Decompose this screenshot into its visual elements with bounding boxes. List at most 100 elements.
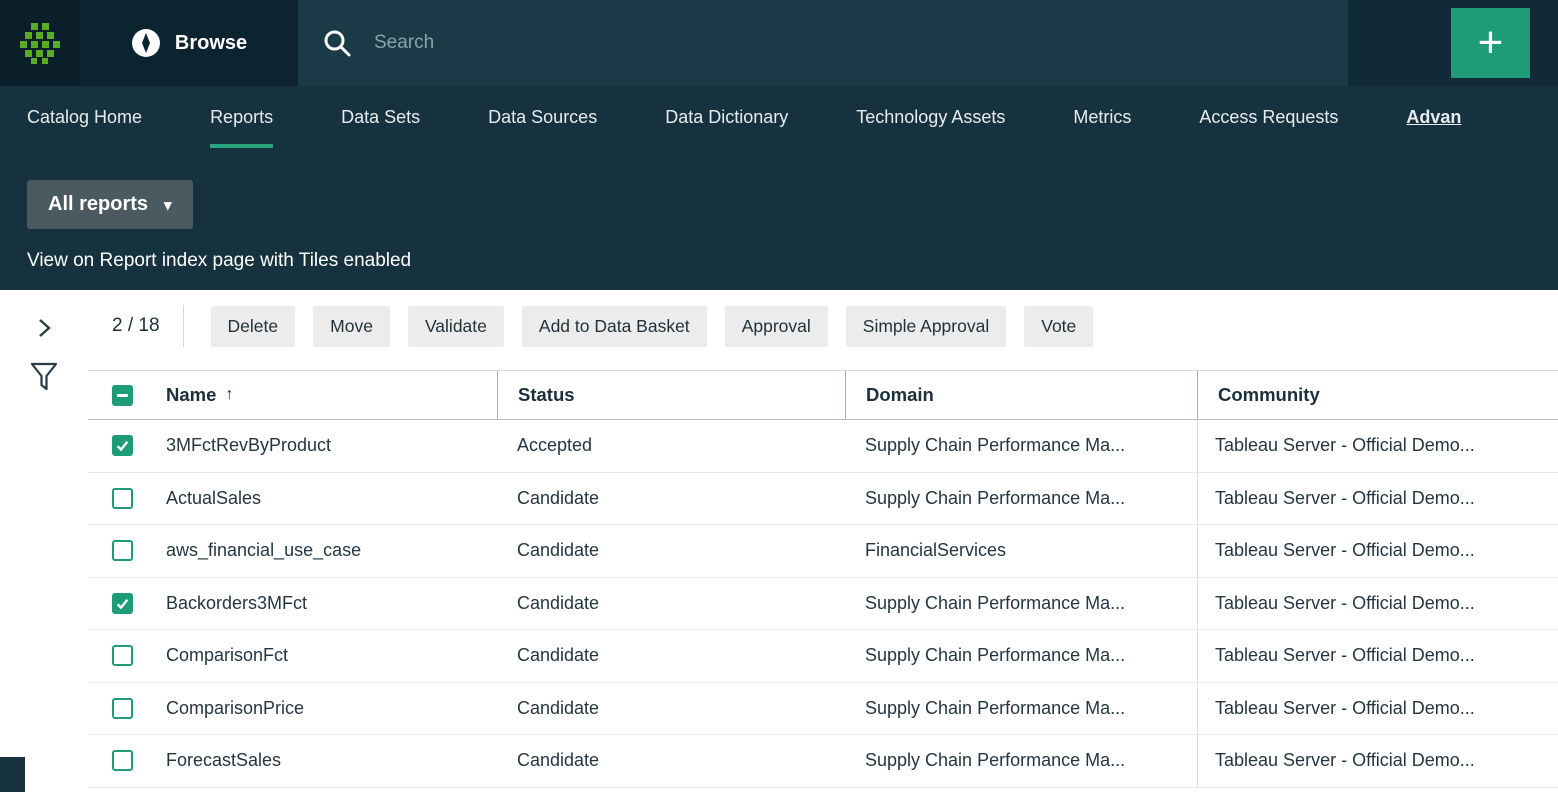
sort-ascending-icon: ↑ [225,386,233,404]
add-asset-button[interactable]: + [1451,8,1530,78]
select-all-checkbox[interactable] [112,385,133,406]
nav-tab-label: Data Dictionary [665,107,788,128]
add-to-data-basket-button[interactable]: Add to Data Basket [522,306,707,347]
row-checkbox-cell [88,630,152,682]
row-community: Tableau Server - Official Demo... [1197,630,1558,682]
row-name[interactable]: ComparisonPrice [152,683,497,735]
approval-button[interactable]: Approval [725,306,828,347]
header-checkbox-cell [88,371,152,419]
browse-button[interactable]: Browse [80,0,298,86]
table-header: Name ↑ Status Domain Community [88,370,1558,420]
browse-label: Browse [175,32,247,55]
table-row[interactable]: ForecastSales Candidate Supply Chain Per… [88,735,1558,788]
column-header-community[interactable]: Community [1197,371,1558,419]
main-area: 2 / 18 Delete Move Validate Add to Data Bas… [0,290,1558,792]
row-name[interactable]: 3MFctRevByProduct [152,420,497,472]
nav-tab-label: Data Sources [488,107,597,128]
search-icon [322,28,352,58]
selection-toolbar: 2 / 18 Delete Move Validate Add to Data Bas… [88,304,1558,348]
nav-tab-label: Reports [210,107,273,128]
row-status: Candidate [497,473,845,525]
column-header-name[interactable]: Name ↑ [152,371,497,419]
caret-down-icon: ▾ [164,196,172,214]
nav-tab-label: Advan [1406,107,1461,128]
row-community: Tableau Server - Official Demo... [1197,420,1558,472]
table-row[interactable]: Backorders3MFct Candidate Supply Chain P… [88,578,1558,631]
row-checkbox[interactable] [112,593,133,614]
row-name[interactable]: ForecastSales [152,735,497,787]
row-domain: Supply Chain Performance Ma... [845,578,1197,630]
row-status: Candidate [497,630,845,682]
nav-tab-data-sources[interactable]: Data Sources [454,86,631,148]
row-checkbox[interactable] [112,435,133,456]
row-status: Candidate [497,735,845,787]
row-checkbox-cell [88,420,152,472]
app-logo[interactable] [0,0,80,86]
filter-icon[interactable] [30,362,58,394]
plus-icon: + [1478,21,1504,65]
nav-tab-label: Data Sets [341,107,420,128]
subheader: All reports ▾ View on Report index page … [0,148,1558,290]
content-area: 2 / 18 Delete Move Validate Add to Data Bas… [88,290,1558,792]
indeterminate-icon [117,394,128,397]
table-row[interactable]: ComparisonFct Candidate Supply Chain Per… [88,630,1558,683]
table-row[interactable]: ComparisonPrice Candidate Supply Chain P… [88,683,1558,736]
nav-tab-data-sets[interactable]: Data Sets [307,86,454,148]
row-domain: Supply Chain Performance Ma... [845,420,1197,472]
column-header-domain[interactable]: Domain [845,371,1197,419]
row-checkbox[interactable] [112,698,133,719]
row-checkbox[interactable] [112,540,133,561]
nav-tab-catalog-home[interactable]: Catalog Home [27,86,176,148]
checkmark-icon [115,438,130,453]
row-domain: Supply Chain Performance Ma... [845,630,1197,682]
row-checkbox[interactable] [112,488,133,509]
simple-approval-button[interactable]: Simple Approval [846,306,1006,347]
search-bar[interactable] [298,0,1348,86]
nav-tab-access-requests[interactable]: Access Requests [1165,86,1372,148]
column-header-status[interactable]: Status [497,371,845,419]
row-domain: Supply Chain Performance Ma... [845,683,1197,735]
table-row[interactable]: ActualSales Candidate Supply Chain Perfo… [88,473,1558,526]
nav-tab-label: Access Requests [1199,107,1338,128]
search-input[interactable] [374,32,1348,54]
toolbar-buttons: Delete Move Validate Add to Data Basket Appr… [211,306,1112,347]
selection-count: 2 / 18 [112,315,160,337]
row-checkbox[interactable] [112,645,133,666]
row-checkbox-cell [88,525,152,577]
nav-tab-label: Technology Assets [856,107,1005,128]
nav-tab-advan[interactable]: Advan [1372,86,1495,148]
move-button[interactable]: Move [313,306,390,347]
row-community: Tableau Server - Official Demo... [1197,735,1558,787]
toolbar-divider [183,305,184,347]
row-domain: Supply Chain Performance Ma... [845,473,1197,525]
delete-button[interactable]: Delete [211,306,296,347]
nav-tab-data-dictionary[interactable]: Data Dictionary [631,86,822,148]
row-status: Candidate [497,578,845,630]
row-community: Tableau Server - Official Demo... [1197,473,1558,525]
table-row[interactable]: 3MFctRevByProduct Accepted Supply Chain … [88,420,1558,473]
row-status: Accepted [497,420,845,472]
row-name[interactable]: ActualSales [152,473,497,525]
validate-button[interactable]: Validate [408,306,504,347]
all-reports-dropdown[interactable]: All reports ▾ [27,180,193,229]
row-domain: FinancialServices [845,525,1197,577]
row-name[interactable]: aws_financial_use_case [152,525,497,577]
table-row[interactable]: aws_financial_use_case Candidate Financi… [88,525,1558,578]
row-checkbox-cell [88,578,152,630]
collibra-logo-icon [18,21,62,65]
nav-tab-label: Metrics [1073,107,1131,128]
nav-tab-metrics[interactable]: Metrics [1039,86,1165,148]
nav-tabs: Catalog Home Reports Data Sets Data Sour… [0,86,1558,148]
compass-icon [131,28,161,58]
row-checkbox[interactable] [112,750,133,771]
nav-tab-reports[interactable]: Reports [176,86,307,148]
expand-panel-chevron-icon[interactable] [32,316,56,340]
nav-tab-technology-assets[interactable]: Technology Assets [822,86,1039,148]
row-name[interactable]: ComparisonFct [152,630,497,682]
vote-button[interactable]: Vote [1024,306,1093,347]
topbar-spacer [1348,0,1451,86]
row-domain: Supply Chain Performance Ma... [845,735,1197,787]
checkmark-icon [115,596,130,611]
nav-tab-label: Catalog Home [27,107,142,128]
row-name[interactable]: Backorders3MFct [152,578,497,630]
